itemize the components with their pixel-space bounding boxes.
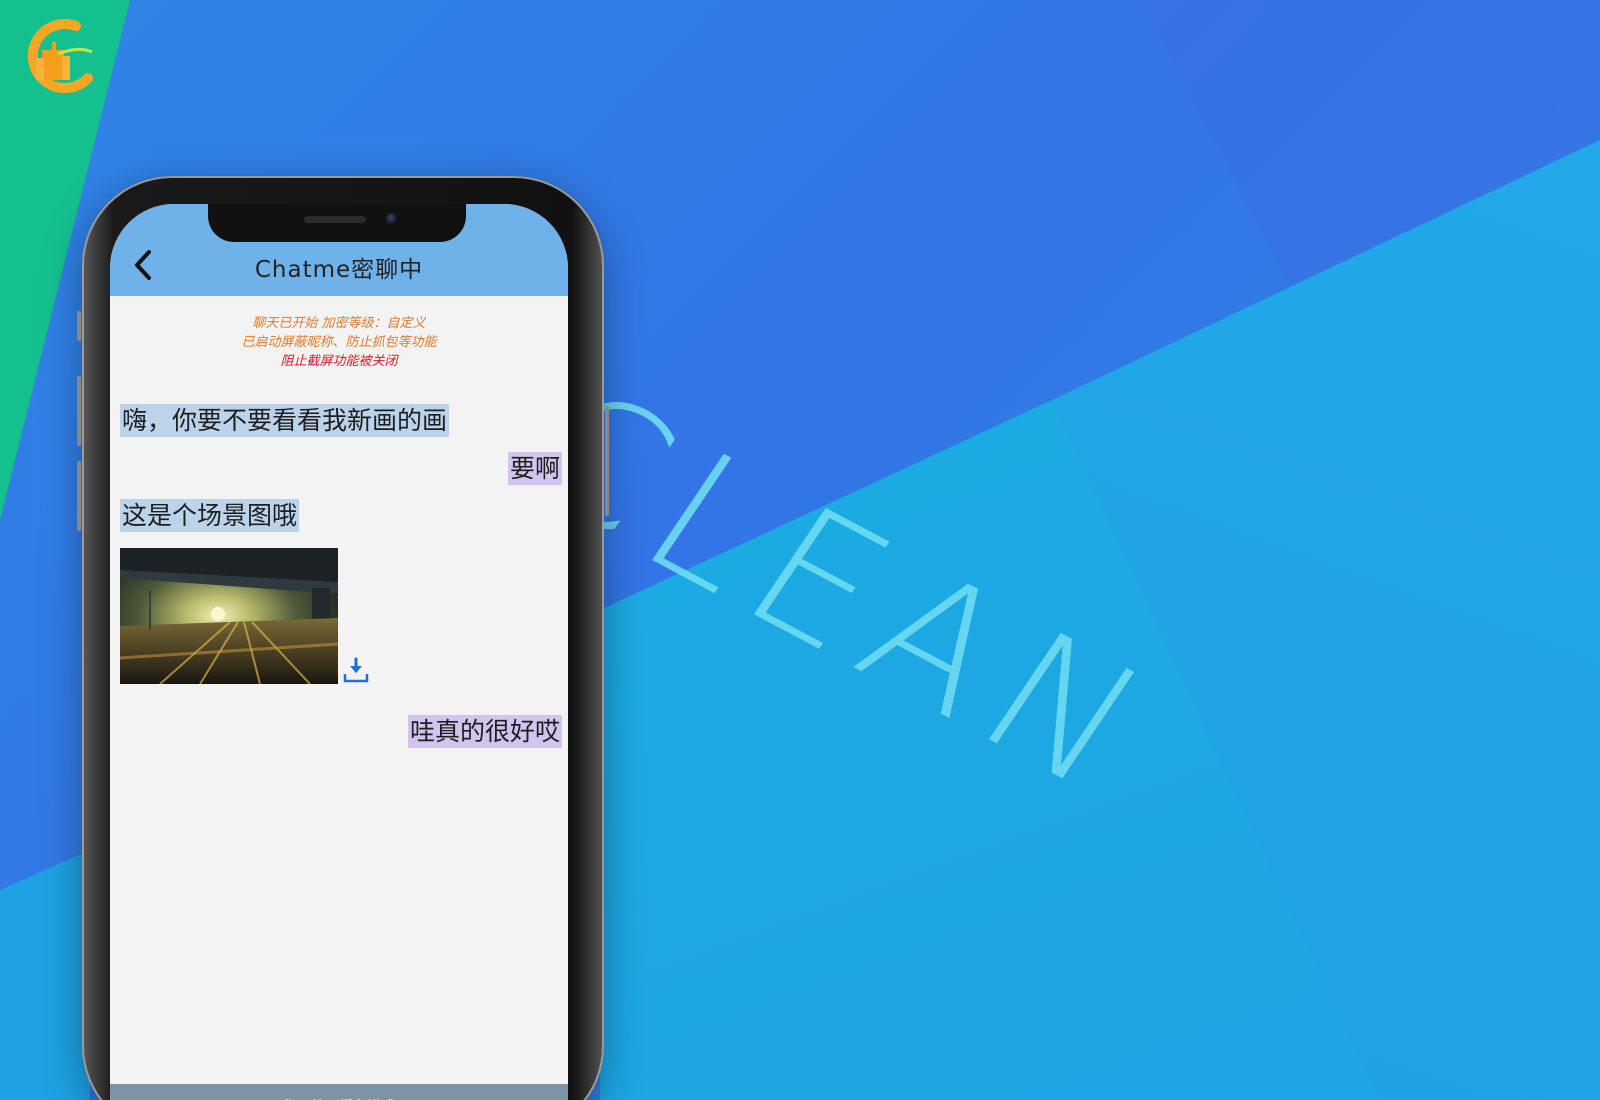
system-notice: 聊天已开始 加密等级：自定义 已启动屏蔽昵称、防止抓包等功能 阻止截屏功能被关闭: [110, 314, 568, 371]
message-bubble-right[interactable]: 哇真的很好哎: [407, 715, 562, 748]
system-notice-warning: 阻止截屏功能被关闭: [280, 354, 398, 369]
logo-badge-icon: [18, 16, 98, 96]
phone-volume-up: [77, 376, 81, 446]
phone-frame: Chatme密聊中 聊天已开始 加密等级：自定义 已启动屏蔽昵称、防止抓包等功能…: [77, 176, 609, 1100]
phone-mute-switch: [77, 311, 81, 341]
cache-mode-status: 您正处于缓存模式: [110, 1084, 568, 1100]
phone-power-button: [605, 406, 609, 516]
download-icon: [343, 657, 369, 683]
chat-screen: Chatme密聊中 聊天已开始 加密等级：自定义 已启动屏蔽昵称、防止抓包等功能…: [110, 204, 568, 1100]
landscape-image-icon[interactable]: [120, 548, 338, 684]
front-camera: [386, 213, 398, 225]
message-bubble-left[interactable]: 嗨，你要不要看看我新画的画: [120, 404, 450, 437]
phone-notch: [208, 204, 466, 242]
message-bubble-left[interactable]: 这是个场景图哦: [120, 499, 300, 532]
notch-speaker: [304, 216, 366, 223]
phone-volume-down: [77, 461, 81, 531]
message-bubble-right[interactable]: 要啊: [507, 452, 562, 485]
system-notice-line: 聊天已开始 加密等级：自定义: [252, 316, 426, 331]
system-notice-line: 已启动屏蔽昵称、防止抓包等功能: [241, 335, 437, 350]
chat-title: Chatme密聊中: [254, 257, 424, 283]
download-button[interactable]: [342, 656, 370, 684]
landscape-image-icon: [120, 548, 338, 684]
